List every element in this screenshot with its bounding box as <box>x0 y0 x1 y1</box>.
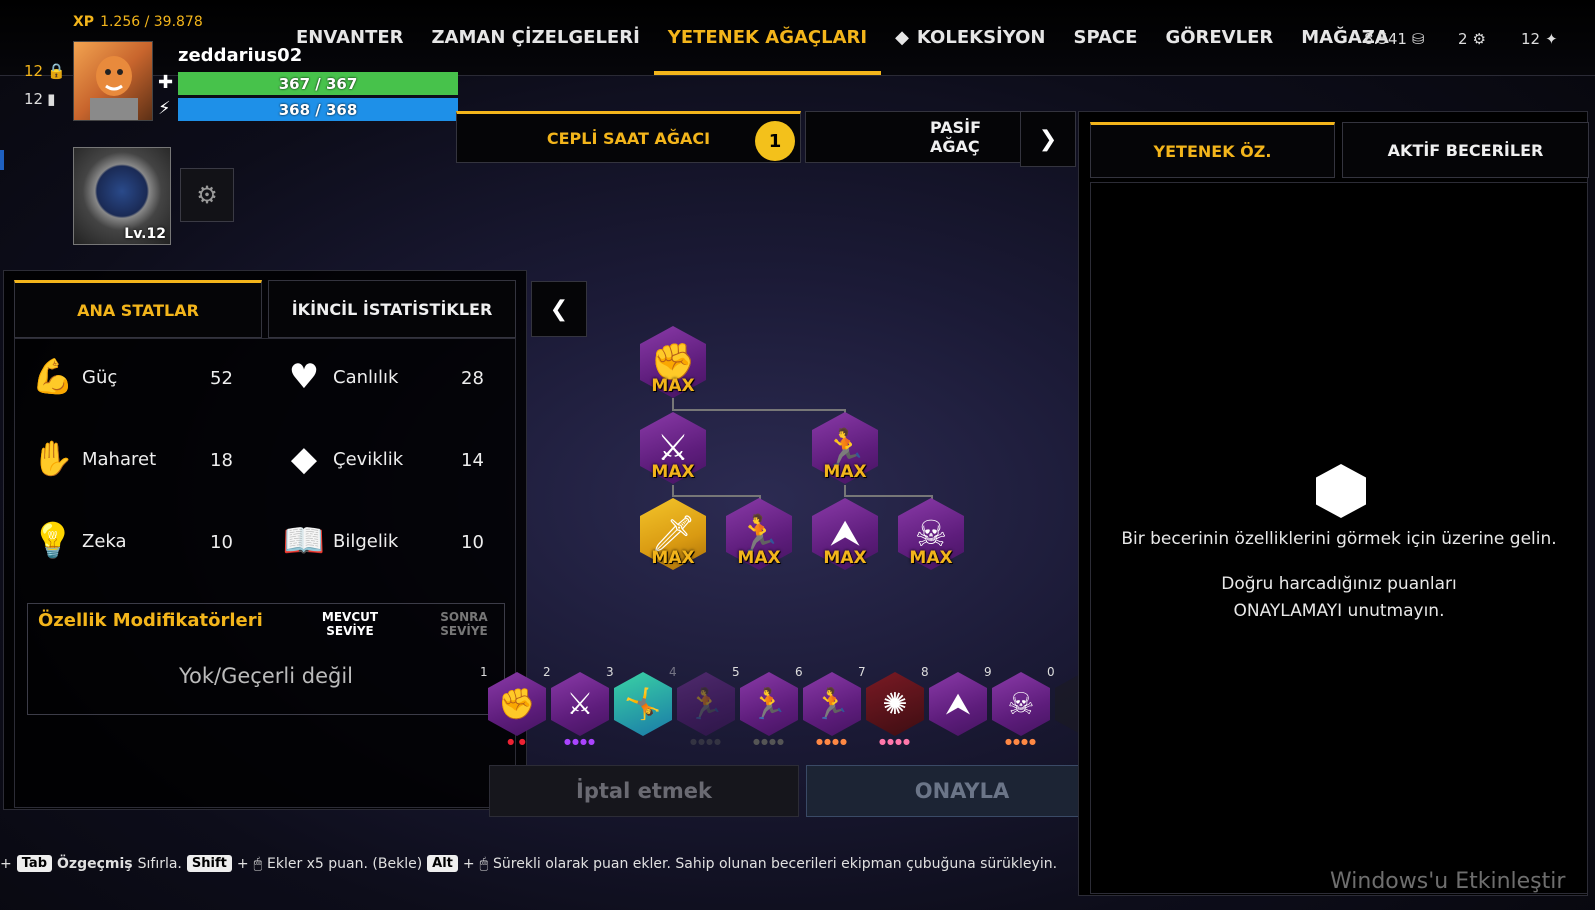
max-label: MAX <box>651 376 695 396</box>
alt-key: Alt <box>427 855 458 872</box>
slot-number: 0 <box>1047 665 1055 679</box>
slot-number: 4 <box>669 665 677 679</box>
runner-icon: 🏃 <box>677 672 735 736</box>
sprint-icon: 🏃 <box>803 672 861 736</box>
max-label: MAX <box>651 548 695 568</box>
hotbar-slot-2[interactable]: 2 ⚔ ●●●● <box>543 665 609 746</box>
warrior-strike-icon: ⚔ <box>551 672 609 736</box>
activation-watermark: Windows'u Etkinleştir <box>1330 869 1566 894</box>
hotbar-slot-4[interactable]: 4 🏃 ●●●● <box>669 665 735 746</box>
alt-label: Sürekli olarak puan ekler. Sahip olunan … <box>493 855 1058 872</box>
tab-active-skills[interactable]: AKTİF BECERİLER <box>1342 122 1589 178</box>
rune-dots: ●●●● <box>816 737 848 746</box>
slot-number: 5 <box>732 665 740 679</box>
runner-icon: 🏃 <box>740 672 798 736</box>
hotbar-slot-9[interactable]: 9 ☠ ●●●● <box>984 665 1050 746</box>
skill-node-sword[interactable]: 🗡 MAX <box>640 498 706 570</box>
hotbar-slot-8[interactable]: 8 ⮝ <box>921 665 987 736</box>
hotbar-slot-7[interactable]: 7 ✺ ●●●● <box>858 665 924 746</box>
shift-key: Shift <box>186 855 232 872</box>
rune-dots: ● ● <box>507 737 527 746</box>
plus-sign: + <box>236 855 249 872</box>
max-label: MAX <box>651 462 695 482</box>
pulse-burst-icon: ✺ <box>866 672 924 736</box>
skill-node-stomp[interactable]: ✊ MAX <box>640 326 706 398</box>
hotbar-slot-1[interactable]: 1 ✊ ● ● <box>480 665 546 746</box>
rune-dots: ●●●● <box>753 737 785 746</box>
skill-node-skull[interactable]: ☠ MAX <box>898 498 964 570</box>
tab-key: Tab <box>16 855 53 872</box>
slot-number: 9 <box>984 665 992 679</box>
cancel-button[interactable]: İptal etmek <box>489 765 799 817</box>
skill-node-strike[interactable]: ⚔ MAX <box>640 412 706 484</box>
tab-skill-summary[interactable]: YETENEK ÖZ. <box>1090 122 1335 178</box>
slot-number: 8 <box>921 665 929 679</box>
confirm-hint: Doğru harcadığınız puanları ONAYLAMAYI u… <box>1221 574 1457 621</box>
slot-number: 1 <box>480 665 488 679</box>
skull-crossbones-icon: ☠ <box>992 672 1050 736</box>
resume-label: Özgeçmiş <box>57 855 133 872</box>
hover-hint: Bir becerinin özelliklerini görmek için … <box>1121 529 1557 549</box>
max-label: MAX <box>823 462 867 482</box>
hotbar-slot-5[interactable]: 5 🏃 ●●●● <box>732 665 798 746</box>
reset-label: Sıfırla. <box>137 855 182 872</box>
skill-node-rank[interactable]: ⮝ MAX <box>812 498 878 570</box>
plus-sign: + <box>0 855 12 872</box>
rune-dots: ●●●● <box>879 737 911 746</box>
hotbar-slot-3[interactable]: 3 🤸 <box>606 665 672 736</box>
rune-dots: ●●●● <box>1005 737 1037 746</box>
controls-footer: + Tab Özgeçmiş Sıfırla. Shift + 🖱 Ekler … <box>0 855 1057 872</box>
mouse-icon: 🖱 <box>479 855 489 872</box>
hotbar-slot-6[interactable]: 6 🏃 ●●●● <box>795 665 861 746</box>
chevron-rank-icon: ⮝ <box>929 672 987 736</box>
slot-number: 2 <box>543 665 551 679</box>
slot-number: 7 <box>858 665 866 679</box>
plus-sign: + <box>462 855 475 872</box>
max-label: MAX <box>823 548 867 568</box>
fist-icon: ✊ <box>488 672 546 736</box>
teal-skill-icon: 🤸 <box>614 672 672 736</box>
max-label: MAX <box>909 548 953 568</box>
confirm-button[interactable]: ONAYLA <box>806 765 1118 817</box>
slot-number: 3 <box>606 665 614 679</box>
max-label: MAX <box>737 548 781 568</box>
shift-label: Ekler x5 puan. (Bekle) <box>266 855 423 872</box>
rune-dots: ●●●● <box>690 737 722 746</box>
mouse-icon: 🖱 <box>253 855 262 872</box>
skill-node-dash[interactable]: 🏃 MAX <box>812 412 878 484</box>
skill-node-sprint[interactable]: 🏃 MAX <box>726 498 792 570</box>
rune-dots: ●●●● <box>564 737 596 746</box>
slot-number: 6 <box>795 665 803 679</box>
